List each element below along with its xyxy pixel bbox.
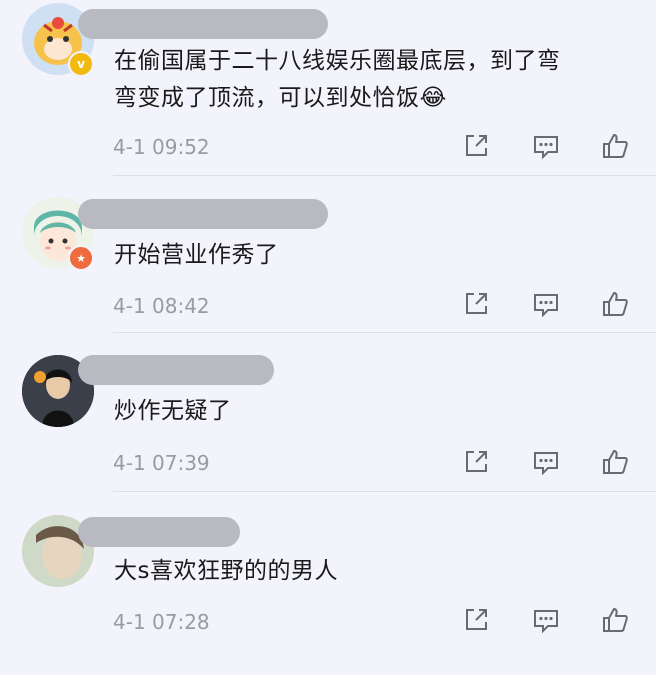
share-button[interactable] <box>461 447 491 477</box>
reply-button[interactable] <box>531 131 561 161</box>
username-redacted[interactable] <box>78 9 328 39</box>
comment-timestamp: 4-1 09:52 <box>113 135 210 159</box>
comment-text-line: 炒作无疑了 <box>114 398 232 424</box>
reply-button[interactable] <box>531 605 561 635</box>
share-icon <box>466 451 487 472</box>
comment-timestamp: 4-1 08:42 <box>113 294 210 318</box>
share-icon <box>466 293 487 314</box>
comment-icon <box>534 452 558 476</box>
share-icon <box>466 609 487 630</box>
verified-badge: v <box>68 51 94 77</box>
comment-icon <box>534 294 558 318</box>
share-icon <box>466 135 487 156</box>
share-button[interactable] <box>461 131 491 161</box>
comment-icon <box>534 136 558 160</box>
comment-item: 炒作无疑了 4-1 07:39 <box>0 355 656 515</box>
like-button[interactable] <box>600 131 630 161</box>
thumbs-up-icon <box>603 608 628 632</box>
username-redacted[interactable] <box>78 517 240 547</box>
comment-text: 炒作无疑了 <box>114 393 628 430</box>
comment-item: ★ 开始营业作秀了 4-1 08:42 <box>0 197 656 357</box>
comment-text-line: 在偷国属于二十八线娱乐圈最底层，到了弯 <box>114 48 561 74</box>
username-redacted[interactable] <box>78 199 328 229</box>
divider <box>113 332 656 333</box>
comment-text-line: 大s喜欢狂野的的男人 <box>114 558 338 584</box>
comment-text-line: 弯变成了顶流，可以到处恰饭😂 <box>114 85 447 111</box>
reply-button[interactable] <box>531 447 561 477</box>
comment-timestamp: 4-1 07:28 <box>113 610 210 634</box>
thumbs-up-icon <box>603 292 628 316</box>
like-button[interactable] <box>600 447 630 477</box>
comment-item: 大s喜欢狂野的的男人 4-1 07:28 <box>0 515 656 675</box>
reply-button[interactable] <box>531 289 561 319</box>
thumbs-up-icon <box>603 450 628 474</box>
thumbs-up-icon <box>603 134 628 158</box>
comment-icon <box>534 610 558 634</box>
comment-text: 大s喜欢狂野的的男人 <box>114 553 628 590</box>
share-button[interactable] <box>461 605 491 635</box>
divider <box>113 491 656 492</box>
share-button[interactable] <box>461 289 491 319</box>
star-badge: ★ <box>68 245 94 271</box>
comment-text-line: 开始营业作秀了 <box>114 242 279 268</box>
comment-text: 在偷国属于二十八线娱乐圈最底层，到了弯 弯变成了顶流，可以到处恰饭😂 <box>114 43 628 117</box>
like-button[interactable] <box>600 605 630 635</box>
comment-item: v 在偷国属于二十八线娱乐圈最底层，到了弯 弯变成了顶流，可以到处恰饭😂 4-1… <box>0 3 656 176</box>
comment-timestamp: 4-1 07:39 <box>113 451 210 475</box>
like-button[interactable] <box>600 289 630 319</box>
comment-list: v 在偷国属于二十八线娱乐圈最底层，到了弯 弯变成了顶流，可以到处恰饭😂 4-1… <box>0 0 656 640</box>
comment-text: 开始营业作秀了 <box>114 237 628 274</box>
username-redacted[interactable] <box>78 355 274 385</box>
divider <box>113 175 656 176</box>
